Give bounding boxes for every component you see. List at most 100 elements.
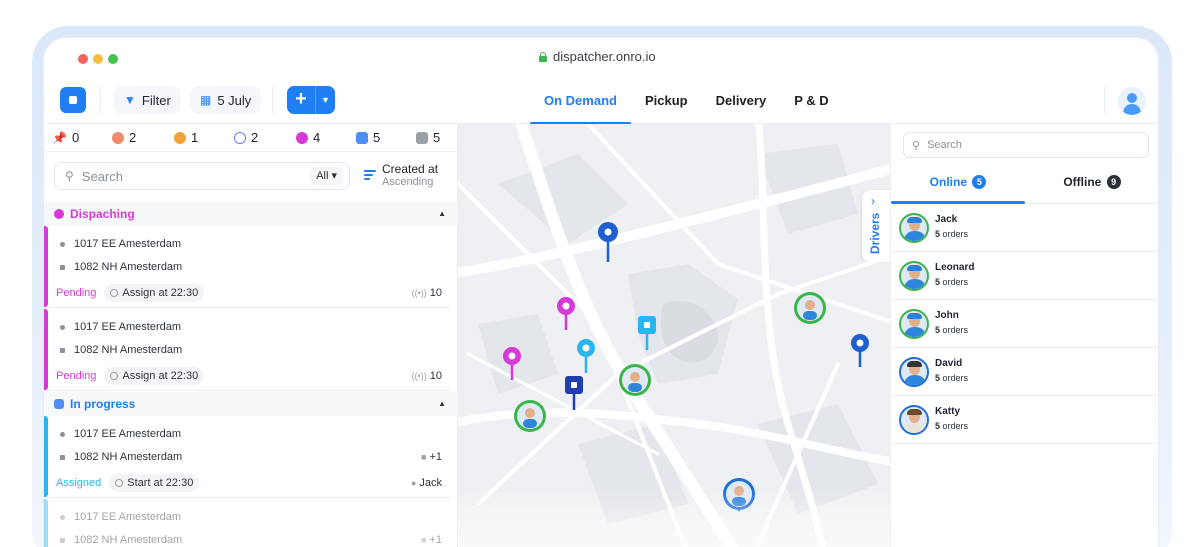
- map-canvas[interactable]: [458, 124, 890, 547]
- order-card[interactable]: 1017 EE Amesterdam 1082 NH Amesterdam Pe…: [44, 226, 450, 308]
- schedule-chip: Start at 22:30: [109, 474, 200, 492]
- broadcast-icon: ((•)): [411, 371, 427, 381]
- driver-name: John: [935, 310, 959, 321]
- order-card[interactable]: 1017 EE Amesterdam 1082 NH Amesterdam Pe…: [44, 309, 450, 391]
- offline-count-badge: 9: [1106, 175, 1121, 189]
- avatar: [899, 261, 929, 291]
- sort-icon: [364, 170, 376, 182]
- drivers-tab-label: Drivers: [868, 212, 882, 254]
- browser-window: dispatcher.onro.io ▼ Filter ▦ 5 July + ▼…: [44, 38, 1158, 547]
- maximize-window-button[interactable]: [108, 54, 118, 64]
- calendar-icon: ▦: [200, 93, 212, 107]
- sort-label: Created at: [382, 162, 439, 176]
- stopwatch-icon: [112, 131, 124, 144]
- map-view[interactable]: [458, 124, 890, 547]
- tab-on-demand[interactable]: On Demand: [530, 78, 631, 125]
- minimize-window-button[interactable]: [93, 54, 103, 64]
- driver-orders: 5 orders: [935, 421, 969, 431]
- tab-online[interactable]: Online 5: [891, 168, 1025, 204]
- driver-list-item[interactable]: John 5 orders: [891, 300, 1158, 348]
- stat-scheduled[interactable]: 2: [234, 130, 258, 145]
- service-tabs: On Demand Pickup Delivery P & D: [530, 78, 843, 125]
- status-counters: 📌 0 2 1 2 4 5 5: [44, 124, 458, 152]
- dropoff-address: 1082 NH Amesterdam: [60, 261, 182, 273]
- schedule-chip: Assign at 22:30: [104, 284, 205, 302]
- orders-panel: 📌 0 2 1 2 4 5 5 ⚲ Search All ▾ Created a…: [44, 124, 458, 547]
- add-order-button[interactable]: + ▼: [287, 86, 335, 114]
- chevron-down-icon[interactable]: ▼: [315, 86, 335, 114]
- category-select[interactable]: All ▾: [310, 167, 343, 185]
- order-card[interactable]: 1017 EE Amesterdam 1082 NH Amesterdam ■ +…: [44, 499, 450, 547]
- stat-pinned[interactable]: 📌 0: [52, 130, 79, 145]
- filter-label: Filter: [141, 92, 171, 108]
- driver-status-tabs: Online 5 Offline 9: [891, 168, 1158, 204]
- pickup-address: 1017 EE Amesterdam: [60, 321, 181, 333]
- driver-marker[interactable]: [514, 400, 546, 432]
- dropoff-address: 1082 NH Amesterdam: [60, 534, 182, 546]
- close-window-button[interactable]: [78, 54, 88, 64]
- chevron-right-icon: ›: [871, 194, 875, 208]
- clock-icon: [234, 131, 246, 144]
- avatar: [899, 405, 929, 435]
- collapse-icon[interactable]: ▲: [438, 399, 446, 408]
- extra-stops-badge: ■ +1: [421, 534, 442, 546]
- driver-orders: 5 orders: [935, 229, 969, 239]
- driver-list-item[interactable]: David 5 orders: [891, 348, 1158, 396]
- clock-icon: [115, 479, 124, 487]
- driver-orders: 5 orders: [935, 277, 969, 287]
- driver-list-item[interactable]: Katty 5 orders: [891, 396, 1158, 444]
- in-progress-icon: [356, 131, 368, 144]
- tab-p-and-d[interactable]: P & D: [780, 78, 842, 124]
- user-icon: [1127, 93, 1137, 103]
- profile-avatar-button[interactable]: [1118, 87, 1146, 115]
- tab-offline[interactable]: Offline 9: [1025, 168, 1158, 203]
- date-label: 5 July: [217, 92, 252, 108]
- stat-dispatching[interactable]: 4: [296, 130, 320, 145]
- address-bar[interactable]: dispatcher.onro.io: [538, 49, 656, 64]
- order-search-row: ⚲ Search All ▾ Created at Ascending: [44, 152, 458, 202]
- order-search-input[interactable]: ⚲ Search All ▾: [54, 162, 350, 190]
- schedule-chip: Assign at 22:30: [104, 367, 205, 385]
- app-menu-button[interactable]: [60, 87, 86, 113]
- broadcast-icon: ((•)): [411, 288, 427, 298]
- dispatching-icon: [296, 131, 308, 144]
- stat-timer[interactable]: 2: [112, 130, 136, 145]
- divider: [1104, 86, 1105, 114]
- title-bar: dispatcher.onro.io: [44, 38, 1158, 78]
- order-meta: Assigned Start at 22:30: [56, 474, 200, 492]
- divider: [100, 86, 101, 114]
- sort-control[interactable]: Created at Ascending: [364, 162, 438, 188]
- filter-button[interactable]: ▼ Filter: [114, 86, 181, 114]
- driver-cancel-icon: [174, 131, 186, 144]
- driver-marker[interactable]: [794, 292, 826, 324]
- driver-orders: 5 orders: [935, 325, 969, 335]
- status-badge: Pending: [56, 287, 97, 299]
- dispatch-count: ((•)) 10: [411, 287, 442, 299]
- driver-search-input[interactable]: ⚲ Search: [903, 132, 1149, 158]
- drivers-panel-toggle[interactable]: › Drivers: [862, 190, 890, 262]
- order-meta: Pending Assign at 22:30: [56, 284, 205, 302]
- dispatch-count: ((•)) 10: [411, 370, 442, 382]
- stat-unassigned[interactable]: 1: [174, 130, 198, 145]
- lock-icon: [538, 51, 547, 62]
- dispatching-icon: [54, 209, 64, 219]
- filter-icon: ▼: [124, 93, 136, 107]
- driver-name: Leonard: [935, 262, 975, 273]
- collapse-icon[interactable]: ▲: [438, 209, 446, 218]
- group-header-in-progress[interactable]: In progress ▲: [44, 392, 458, 416]
- order-card[interactable]: 1017 EE Amesterdam 1082 NH Amesterdam ■ +…: [44, 416, 450, 498]
- order-meta: Pending Assign at 22:30: [56, 367, 205, 385]
- tab-delivery[interactable]: Delivery: [702, 78, 781, 124]
- stat-in-progress[interactable]: 5: [356, 130, 380, 145]
- driver-marker[interactable]: [619, 364, 651, 396]
- tab-pickup[interactable]: Pickup: [631, 78, 702, 124]
- stat-completed[interactable]: 5: [416, 130, 440, 145]
- in-progress-icon: [54, 399, 64, 409]
- driver-list-item[interactable]: Leonard 5 orders: [891, 252, 1158, 300]
- url-text: dispatcher.onro.io: [553, 49, 656, 64]
- assigned-driver: ● Jack: [410, 477, 442, 489]
- driver-icon: ●: [410, 478, 417, 488]
- date-picker-button[interactable]: ▦ 5 July: [190, 86, 262, 114]
- driver-list-item[interactable]: Jack 5 orders: [891, 204, 1158, 252]
- group-header-dispatching[interactable]: Dispaching ▲: [44, 202, 458, 226]
